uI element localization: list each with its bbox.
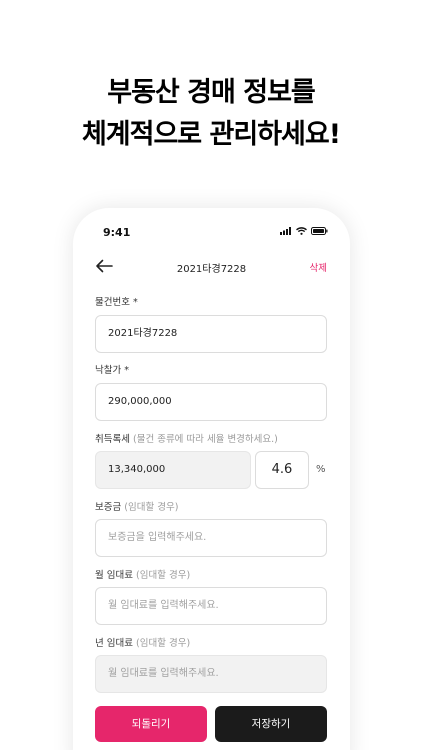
annual-rent-hint: (임대할 경우) [136,638,191,649]
promo-headline-line2: 체계적으로 관리하세요! [81,119,341,150]
tax-rate-input[interactable]: 4.6 [255,451,309,489]
status-bar: 9:41 [73,208,350,248]
annual-rent-label: 년 임대료 (임대할 경우) [95,635,190,649]
winning-bid-input[interactable]: 290,000,000 [95,383,327,421]
status-time: 9:41 [103,226,131,239]
acquisition-tax-amount: 13,340,000 [95,451,251,489]
deposit-label: 보증금 (임대할 경우) [95,499,178,513]
delete-button[interactable]: 삭제 [310,260,327,274]
app-bar: 2021타경7228 삭제 [73,254,350,280]
annual-rent-label-text: 년 임대료 [95,638,133,649]
phone-frame: 9:41 2021타경7228 삭제 물건번호 * 2021타경7228 낙찰가… [73,208,350,750]
page-title: 2021타경7228 [176,264,247,275]
status-icons [280,227,328,235]
annual-rent-input: 월 임대료를 입력해주세요. [95,655,327,693]
battery-icon [311,227,328,235]
acquisition-tax-hint: (물건 종류에 따라 세율 변경하세요.) [133,434,278,445]
case-number-input[interactable]: 2021타경7228 [95,315,327,353]
revert-button[interactable]: 되돌리기 [95,706,207,742]
deposit-label-text: 보증금 [95,502,122,513]
monthly-rent-input[interactable]: 월 임대료를 입력해주세요. [95,587,327,625]
acquisition-tax-label: 취득록세 (물건 종류에 따라 세율 변경하세요.) [95,431,278,445]
acquisition-tax-label-text: 취득록세 [95,434,130,445]
monthly-rent-label-text: 월 임대료 [95,570,133,581]
wifi-icon [296,227,307,235]
deposit-hint: (임대할 경우) [124,502,179,513]
winning-bid-label: 낙찰가 * [95,365,129,376]
save-button[interactable]: 저장하기 [215,706,327,742]
signal-icon [280,227,291,235]
deposit-input[interactable]: 보증금을 입력해주세요. [95,519,327,557]
monthly-rent-label: 월 임대료 (임대할 경우) [95,567,190,581]
case-number-label: 물건번호 * [95,297,138,308]
promo-headline-line1: 부동산 경매 정보를 [107,77,316,108]
tax-rate-unit: % [316,464,326,475]
monthly-rent-hint: (임대할 경우) [136,570,191,581]
